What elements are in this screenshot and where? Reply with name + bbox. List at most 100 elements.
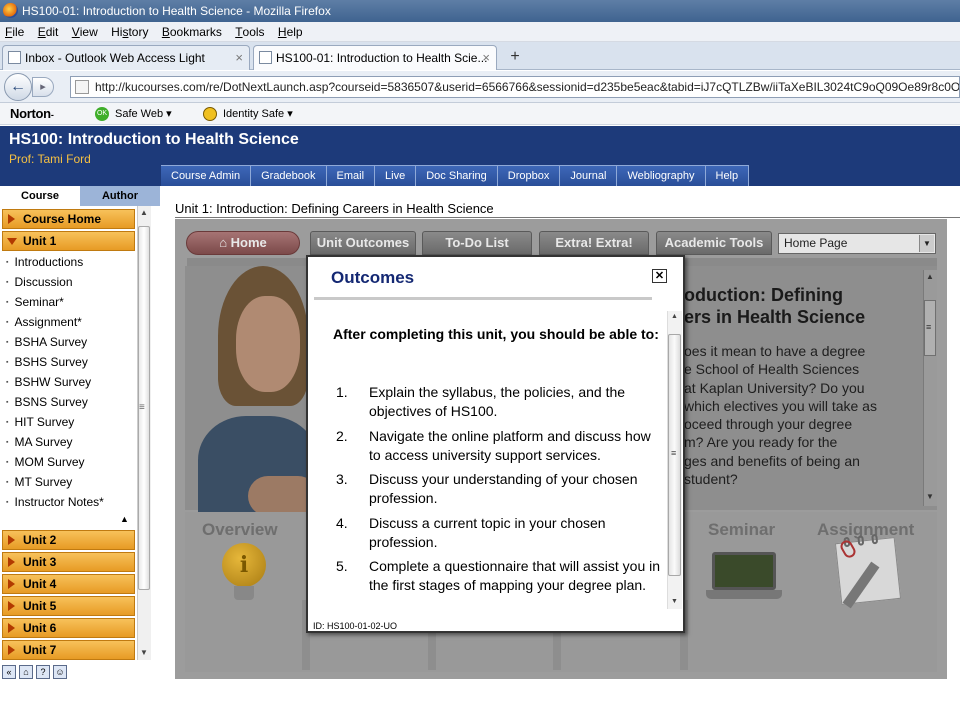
- home-icon[interactable]: ⌂: [19, 665, 33, 679]
- menu-edit[interactable]: Edit: [33, 22, 64, 42]
- sidebar-item-bsha-survey[interactable]: BSHA Survey: [6, 334, 87, 351]
- tab-label: HS100-01: Introduction to Health Scie...: [276, 51, 488, 65]
- page-icon: [259, 51, 272, 64]
- extra-extra-button[interactable]: Extra! Extra!: [539, 231, 649, 255]
- sidebar-item-mom-survey[interactable]: MOM Survey: [6, 454, 84, 471]
- intro-body-line: which electives you will take as: [684, 397, 877, 414]
- nav-help[interactable]: Help: [705, 165, 750, 186]
- page-select[interactable]: Home Page ▼: [778, 233, 936, 254]
- nav-email[interactable]: Email: [326, 165, 376, 186]
- tab-close-icon[interactable]: ×: [235, 50, 243, 65]
- tab-outlook[interactable]: Inbox - Outlook Web Access Light ×: [2, 45, 250, 70]
- home-button[interactable]: ⌂ Home: [186, 231, 300, 255]
- close-icon[interactable]: ✕: [652, 269, 667, 283]
- arrow-right-icon: [8, 601, 15, 611]
- intro-body-line: student?: [684, 471, 738, 488]
- sidebar-unit-1[interactable]: Unit 1: [2, 231, 135, 251]
- menu-view[interactable]: View: [67, 22, 103, 42]
- intro-body-line: oceed through your degree: [684, 416, 853, 433]
- course-nav: Course Admin Gradebook Email Live Doc Sh…: [161, 165, 750, 186]
- sidebar-unit-5[interactable]: Unit 5: [2, 596, 135, 616]
- arrow-right-icon: [8, 579, 15, 589]
- norton-logo[interactable]: Norton-: [10, 103, 54, 126]
- sidebar-item-mt-survey[interactable]: MT Survey: [6, 474, 72, 491]
- academic-tools-button[interactable]: Academic Tools: [656, 231, 772, 255]
- collapse-up-icon[interactable]: ▲: [120, 514, 129, 524]
- help-icon[interactable]: ?: [36, 665, 50, 679]
- sidebar-item-introductions[interactable]: Introductions: [6, 254, 83, 271]
- menu-tools[interactable]: Tools: [230, 22, 269, 42]
- nav-doc-sharing[interactable]: Doc Sharing: [416, 165, 498, 186]
- sidebar-item-hit-survey[interactable]: HIT Survey: [6, 414, 74, 431]
- menu-help[interactable]: Help: [273, 22, 308, 42]
- laptop-icon[interactable]: [712, 552, 776, 590]
- url-text: http://kucourses.com/re/DotNextLaunch.as…: [95, 80, 960, 94]
- arrow-down-icon: [7, 238, 17, 245]
- url-bar[interactable]: http://kucourses.com/re/DotNextLaunch.as…: [70, 76, 960, 98]
- window-title-bar: HS100-01: Introduction to Health Science…: [0, 0, 960, 22]
- sidebar-item-seminar[interactable]: Seminar*: [6, 294, 63, 311]
- sidebar-unit-7[interactable]: Unit 7: [2, 640, 135, 660]
- new-tab-button[interactable]: +: [503, 48, 527, 68]
- nav-journal[interactable]: Journal: [560, 165, 618, 186]
- outcomes-intro: After completing this unit, you should b…: [333, 326, 659, 342]
- overview-label[interactable]: Overview: [202, 520, 278, 540]
- scroll-grip-icon: ≡: [671, 448, 677, 458]
- sidebar-item-assignment[interactable]: Assignment*: [6, 314, 81, 331]
- intro-title: oduction: Defining ers in Health Science: [684, 284, 914, 328]
- seminar-label[interactable]: Seminar: [708, 520, 775, 540]
- safe-web-button[interactable]: OK Safe Web ▾: [95, 103, 172, 125]
- sidebar-unit-4[interactable]: Unit 4: [2, 574, 135, 594]
- back-button[interactable]: ←: [4, 73, 32, 101]
- sidebar-item-bshw-survey[interactable]: BSHW Survey: [6, 374, 91, 391]
- header-divider: [175, 217, 960, 218]
- double-left-icon[interactable]: «: [2, 665, 16, 679]
- page-icon: [75, 80, 89, 94]
- menu-file[interactable]: File: [0, 22, 29, 42]
- dialog-id: ID: HS100-01-02-UO: [313, 621, 398, 631]
- forward-button[interactable]: ▸: [32, 77, 54, 97]
- sidebar-item-bsns-survey[interactable]: BSNS Survey: [6, 394, 87, 411]
- scroll-up-icon[interactable]: ▲: [671, 313, 678, 320]
- sidebar-course-home[interactable]: Course Home: [2, 209, 135, 229]
- tab-strip: Inbox - Outlook Web Access Light × HS100…: [0, 42, 960, 70]
- arrow-right-icon: [8, 557, 15, 567]
- lightbulb-info-icon[interactable]: i: [222, 543, 266, 587]
- scroll-up-icon[interactable]: ▲: [140, 208, 148, 217]
- tab-course[interactable]: HS100-01: Introduction to Health Scie...…: [253, 45, 497, 70]
- tab-label: Inbox - Outlook Web Access Light: [25, 51, 205, 65]
- tab-close-icon[interactable]: ×: [482, 50, 490, 65]
- person-icon[interactable]: ☺: [53, 665, 67, 679]
- nav-dropbox[interactable]: Dropbox: [497, 165, 561, 186]
- menu-bar: File Edit View History Bookmarks Tools H…: [0, 22, 960, 42]
- sidebar-unit-3[interactable]: Unit 3: [2, 552, 135, 572]
- tab-author-view[interactable]: Author: [80, 186, 160, 206]
- nav-gradebook[interactable]: Gradebook: [251, 165, 327, 186]
- menu-history[interactable]: History: [106, 22, 153, 42]
- course-title: HS100: Introduction to Health Science: [9, 131, 299, 148]
- sidebar-bottom-icons: « ⌂ ? ☺: [2, 665, 67, 679]
- nav-live[interactable]: Live: [375, 165, 417, 186]
- assignment-label[interactable]: Assignment: [817, 520, 914, 540]
- sidebar-item-ma-survey[interactable]: MA Survey: [6, 434, 72, 451]
- menu-bookmarks[interactable]: Bookmarks: [157, 22, 227, 42]
- nav-webliography[interactable]: Webliography: [617, 165, 706, 186]
- scroll-down-icon[interactable]: ▼: [671, 598, 678, 605]
- sidebar-tabs: Course Author: [0, 186, 160, 206]
- scroll-up-icon[interactable]: ▲: [926, 272, 934, 281]
- nav-course-admin[interactable]: Course Admin: [161, 165, 252, 186]
- sidebar-item-instructor-notes[interactable]: Instructor Notes*: [6, 494, 103, 511]
- scroll-down-icon[interactable]: ▼: [140, 648, 148, 657]
- window-title: HS100-01: Introduction to Health Science…: [22, 4, 331, 18]
- sidebar-item-discussion[interactable]: Discussion: [6, 274, 72, 291]
- sidebar-unit-6[interactable]: Unit 6: [2, 618, 135, 638]
- scroll-grip-icon: ≡: [926, 322, 932, 332]
- sidebar-unit-2[interactable]: Unit 2: [2, 530, 135, 550]
- tab-course-view[interactable]: Course: [0, 186, 80, 206]
- intro-body: oes it mean to have a degree e School of …: [684, 342, 909, 488]
- identity-safe-button[interactable]: Identity Safe ▾: [203, 103, 293, 125]
- todo-list-button[interactable]: To-Do List: [422, 231, 532, 255]
- scroll-down-icon[interactable]: ▼: [926, 492, 934, 501]
- sidebar-item-bshs-survey[interactable]: BSHS Survey: [6, 354, 87, 371]
- unit-outcomes-button[interactable]: Unit Outcomes: [310, 231, 416, 255]
